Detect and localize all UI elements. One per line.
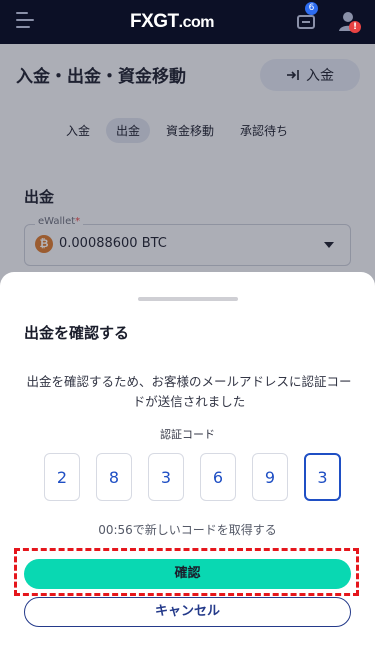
logo[interactable]: FXGT.com — [130, 11, 215, 33]
code-label: 認証コード — [160, 428, 215, 441]
code-digit[interactable]: 6 — [200, 453, 236, 501]
confirm-withdrawal-sheet: 出金を確認する 出金を確認するため、お客様のメールアドレスに認証コードが送信され… — [0, 272, 375, 667]
resend-code-link[interactable]: 00:56で新しいコードを取得する — [0, 521, 375, 538]
code-digit-focused[interactable]: 3 — [304, 453, 341, 501]
cancel-button[interactable]: キャンセル — [24, 597, 351, 627]
menu-icon[interactable] — [16, 12, 34, 30]
top-bar: FXGT.com 6 ! — [0, 0, 375, 44]
code-digit[interactable]: 2 — [44, 453, 80, 501]
code-digit[interactable]: 9 — [252, 453, 288, 501]
sheet-title: 出金を確認する — [24, 324, 130, 342]
code-digit[interactable]: 8 — [96, 453, 132, 501]
ticket-count-badge: 6 — [305, 2, 318, 15]
verification-code-input[interactable]: 2 8 3 6 9 3 — [44, 453, 357, 501]
drag-handle[interactable] — [138, 297, 238, 301]
alert-badge: ! — [349, 21, 361, 33]
confirm-button[interactable]: 確認 — [24, 559, 351, 589]
sheet-description: 出金を確認するため、お客様のメールアドレスに認証コードが送信されました — [26, 374, 352, 409]
code-digit[interactable]: 3 — [148, 453, 184, 501]
ticket-icon[interactable] — [296, 12, 316, 32]
